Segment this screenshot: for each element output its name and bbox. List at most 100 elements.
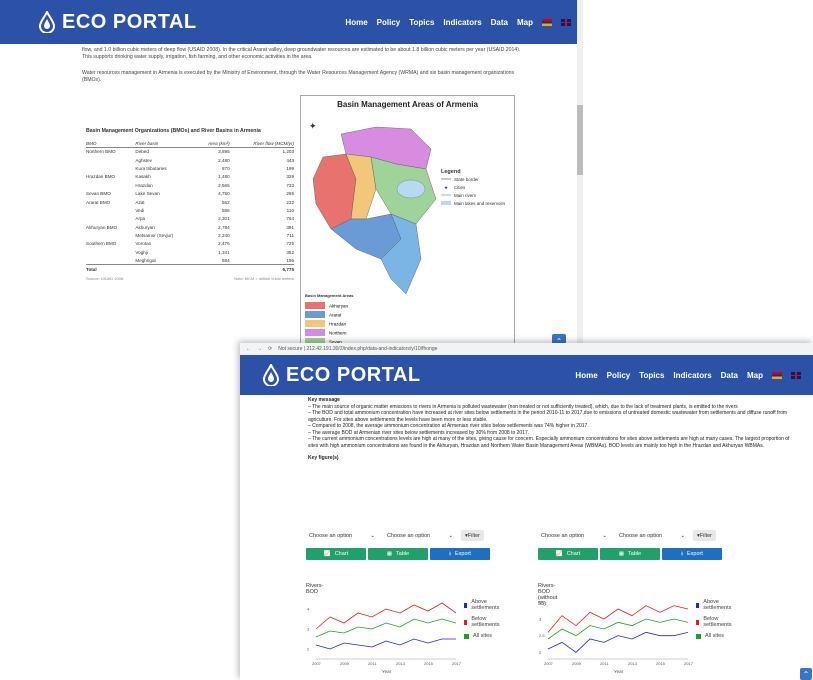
table-button[interactable]: ▦ Table (368, 548, 428, 560)
nav-topics[interactable]: Topics (409, 18, 434, 27)
city-star-icon: ★ (444, 185, 449, 190)
english-flag-icon[interactable] (791, 371, 801, 379)
chart-button[interactable]: 📈 Chart (538, 548, 598, 560)
legend-item[interactable]: All sites (696, 633, 733, 639)
scrollbar[interactable] (577, 0, 583, 360)
chevron-down-icon: ⌄ (448, 532, 453, 539)
legend-item[interactable]: Below settlements (464, 616, 501, 628)
option-select[interactable]: Choose an option ⌄ (538, 529, 610, 542)
table-cell: 199 (286, 165, 294, 171)
armenian-flag-icon[interactable] (542, 18, 552, 26)
x-tick-label: 2013 (628, 661, 638, 666)
table-row: Ararat BMO Azat 552 232 (86, 198, 294, 206)
top-navbar-2: ECO PORTAL Home Policy Topics Indicators Dat… (240, 355, 813, 395)
table-cell: Akhuryan (135, 224, 155, 230)
bma-label: Akhuryan (329, 304, 349, 309)
series-line-1 (315, 602, 457, 630)
option-select-2[interactable]: Choose an option ⌄ (384, 529, 456, 542)
scroll-top-button-2[interactable]: ⌃ (800, 668, 812, 680)
table-note: Note: MCM = million cubic meters (234, 276, 294, 282)
bma-swatch (305, 311, 325, 318)
eco-portal-logo[interactable]: ECO PORTAL (38, 11, 197, 34)
filter-button[interactable]: ▾ Filter (461, 530, 484, 541)
option-select-2[interactable]: Choose an option ⌄ (616, 529, 688, 542)
x-tick-label: 2007 (312, 661, 322, 666)
y-tick-label: 3 (539, 617, 542, 622)
nav-indicators[interactable]: Indicators (673, 371, 711, 380)
table-cell: 1,341 (218, 249, 230, 255)
filter-button[interactable]: ▾ Filter (693, 530, 716, 541)
table-row: Metsamor (Sevjur) 2,240 711 (86, 231, 294, 239)
table-cell: 110 (286, 207, 294, 213)
option-select-label: Choose an option (541, 532, 585, 539)
legend-label: All sites (473, 633, 492, 639)
key-figures-heading: Key figure(s) (308, 455, 339, 461)
nav-indicators[interactable]: Indicators (443, 18, 481, 27)
table-header: River flow (MCM/yr) (229, 140, 294, 148)
nav-policy[interactable]: Policy (607, 371, 631, 380)
export-button[interactable]: ⭳ Export (662, 548, 722, 560)
table-cell: Arpa (135, 216, 146, 222)
y-tick-label: 2 (539, 650, 542, 655)
table-cell (86, 206, 135, 214)
legend-label: Above settlements (471, 599, 500, 611)
export-icon: ⭳ (681, 550, 684, 557)
forward-icon[interactable]: → (257, 346, 262, 352)
table-cell: Aghstev (135, 157, 152, 163)
option-select[interactable]: Choose an option ⌄ (306, 529, 378, 542)
nav-data[interactable]: Data (721, 371, 738, 380)
nav-data[interactable]: Data (491, 18, 508, 27)
table-label: Table (396, 551, 410, 557)
export-button[interactable]: ⭳ Export (430, 548, 490, 560)
legend-item[interactable]: Above settlements (464, 599, 501, 611)
table-cell: Metsamor (Sevjur) (135, 233, 174, 239)
legend-item[interactable]: All sites (464, 633, 501, 639)
back-icon[interactable]: ← (246, 346, 251, 352)
table-cell (86, 248, 135, 256)
armenian-flag-icon[interactable] (772, 371, 782, 379)
table-header: Area (km²) (195, 140, 230, 148)
table-row: Akhuryan BMO Akhuryan 2,784 391 (86, 223, 294, 231)
table-cell: 2,240 (218, 233, 230, 239)
eco-portal-logo-2[interactable]: ECO PORTAL (262, 364, 421, 387)
table-header: BMO (86, 140, 136, 148)
table-cell: 6,775 (229, 264, 294, 274)
x-tick-label: 2011 (600, 661, 609, 666)
water-drop-icon (262, 364, 280, 386)
table-icon: ▦ (618, 551, 625, 557)
y-tick-label: 4 (307, 607, 310, 612)
table-cell: 711 (286, 233, 294, 239)
table-button[interactable]: ▦ Table (600, 548, 660, 560)
table-cell: 352 (286, 249, 294, 255)
table-cell: 586 (221, 207, 230, 213)
english-flag-icon[interactable] (561, 18, 571, 26)
x-tick-label: 2007 (544, 661, 554, 666)
legend-swatch (696, 619, 700, 625)
url-text[interactable]: Not secure | 212.42.191.30/2/index.php/d… (278, 346, 437, 352)
table-row: Arpa 2,301 764 (86, 215, 294, 223)
nav-map[interactable]: Map (747, 371, 763, 380)
address-bar[interactable]: ← → ⟳ Not secure | 212.42.191.30/2/index.p… (240, 343, 813, 355)
x-tick-label: 2017 (684, 661, 694, 666)
table-cell: 2,480 (218, 157, 230, 163)
table-cell: 2,784 (218, 224, 230, 230)
reload-icon[interactable]: ⟳ (268, 346, 272, 352)
table-row: Sevan BMO Lake Sevan 4,750 265 (86, 189, 294, 197)
legend-item[interactable]: Above settlements (696, 599, 733, 611)
table-cell: Kura tributaries (135, 165, 167, 171)
legend-item[interactable]: Below settlements (696, 616, 733, 628)
intro-paragraph: flow, and 1.0 billion cubic meters of de… (82, 47, 521, 60)
nav-home[interactable]: Home (345, 18, 367, 27)
nav-policy[interactable]: Policy (377, 18, 401, 27)
brand-name: ECO PORTAL (286, 363, 421, 386)
table-cell (86, 164, 135, 172)
chart-button[interactable]: 📈 Chart (306, 548, 366, 560)
table-cell: Kasakh (135, 174, 151, 180)
scrollbar-thumb[interactable] (577, 105, 583, 175)
nav-topics[interactable]: Topics (639, 371, 664, 380)
bma-label: Northern (329, 331, 347, 336)
nav-map[interactable]: Map (517, 18, 533, 27)
table-cell: Sevan BMO (86, 191, 111, 197)
nav-home[interactable]: Home (575, 371, 597, 380)
table-cell: Vorotan (135, 241, 152, 247)
